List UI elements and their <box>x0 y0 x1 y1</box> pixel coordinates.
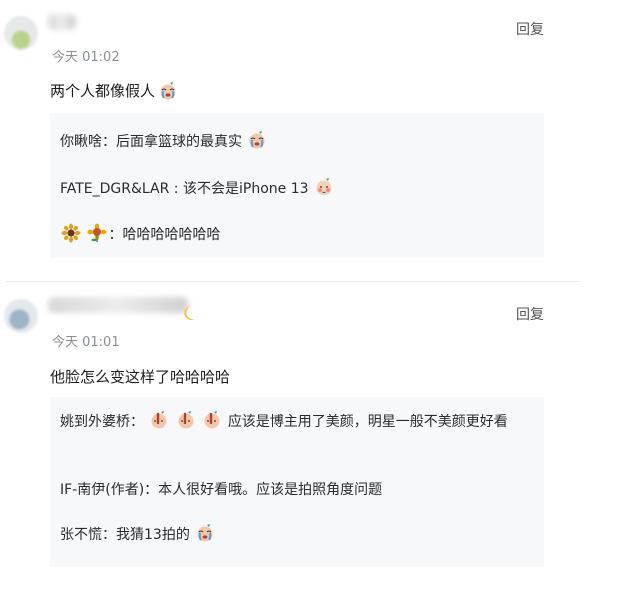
reply-user[interactable]: FATE_DGR&LAR <box>60 181 169 197</box>
username-blurred[interactable] <box>48 14 76 30</box>
comment-text-body: 他脸怎么变这样了哈哈哈哈 <box>50 368 231 386</box>
reply-item: FATE_DGR&LAR : 该不会是iPhone 13 <box>60 177 532 200</box>
reply-separator: ： <box>102 527 116 543</box>
sunflower-icon <box>87 223 107 242</box>
reply-text: 该不会是iPhone 13 <box>182 181 309 197</box>
pointing-emoji-icon <box>151 411 167 429</box>
reply-user[interactable]: IF-南伊(作者) <box>60 482 144 498</box>
pointing-emoji-icon <box>204 411 220 429</box>
pointing-emoji-icon <box>178 411 194 429</box>
comment-item: 今天 01:01 回复 他脸怎么变这样了哈哈哈哈 姚到外婆桥： 应该是博主用了美… <box>0 285 640 608</box>
avatar[interactable] <box>4 16 38 50</box>
moon-icon <box>184 306 195 320</box>
reply-box: 你瞅啥：后面拿篮球的最真实 FATE_DGR&LAR : 该不会是iPhone … <box>50 113 544 258</box>
username-blurred[interactable] <box>48 297 188 313</box>
reply-user[interactable]: 张不慌 <box>60 527 102 543</box>
comment-text: 两个人都像假人 <box>50 80 178 101</box>
reply-separator: ： <box>130 414 144 430</box>
reply-separator: ： <box>102 134 116 150</box>
reply-text: 后面拿篮球的最真实 <box>116 134 242 150</box>
avatar[interactable] <box>4 299 38 333</box>
reply-separator: ： <box>144 482 159 498</box>
reply-box: 姚到外婆桥： 应该是博主用了美颜，明星一般不美颜更好看 IF-南伊(作者)：本人… <box>50 397 544 567</box>
comment-text-body: 两个人都像假人 <box>50 82 156 100</box>
reply-item: ：哈哈哈哈哈哈哈 <box>60 223 532 246</box>
crying-emoji-icon <box>197 524 213 542</box>
reply-text: 应该是博主用了美颜，明星一般不美颜更好看 <box>227 414 508 430</box>
reply-separator: ： <box>108 227 123 243</box>
comment-time: 今天 01:02 <box>52 50 120 65</box>
shy-emoji-icon <box>316 178 332 196</box>
reply-text: 我猜13拍的 <box>116 527 190 543</box>
reply-item: IF-南伊(作者)：本人很好看哦。应该是拍照角度问题 <box>60 479 532 501</box>
reply-button[interactable]: 回复 <box>516 304 544 324</box>
reply-item: 张不慌：我猜13拍的 <box>60 523 532 546</box>
comment-item: 今天 01:02 回复 两个人都像假人 你瞅啥：后面拿篮球的最真实 FATE_D… <box>0 0 640 280</box>
reply-user[interactable]: 你瞅啥 <box>60 134 102 150</box>
comment-time: 今天 01:01 <box>52 335 120 350</box>
crying-emoji-icon <box>249 131 265 149</box>
reply-button[interactable]: 回复 <box>516 19 544 39</box>
reply-item: 你瞅啥：后面拿篮球的最真实 <box>60 130 532 153</box>
reply-user[interactable]: 姚到外婆桥 <box>60 414 130 430</box>
reply-text: 哈哈哈哈哈哈哈 <box>122 227 221 243</box>
reply-item: 姚到外婆桥： 应该是博主用了美颜，明星一般不美颜更好看 <box>60 410 532 433</box>
divider <box>6 281 580 282</box>
reply-text: 本人很好看哦。应该是拍照角度问题 <box>158 482 383 498</box>
comment-text: 他脸怎么变这样了哈哈哈哈 <box>50 366 230 387</box>
crying-emoji-icon <box>160 81 176 99</box>
reply-separator: : <box>169 181 183 197</box>
sunflower-icon <box>61 223 81 243</box>
